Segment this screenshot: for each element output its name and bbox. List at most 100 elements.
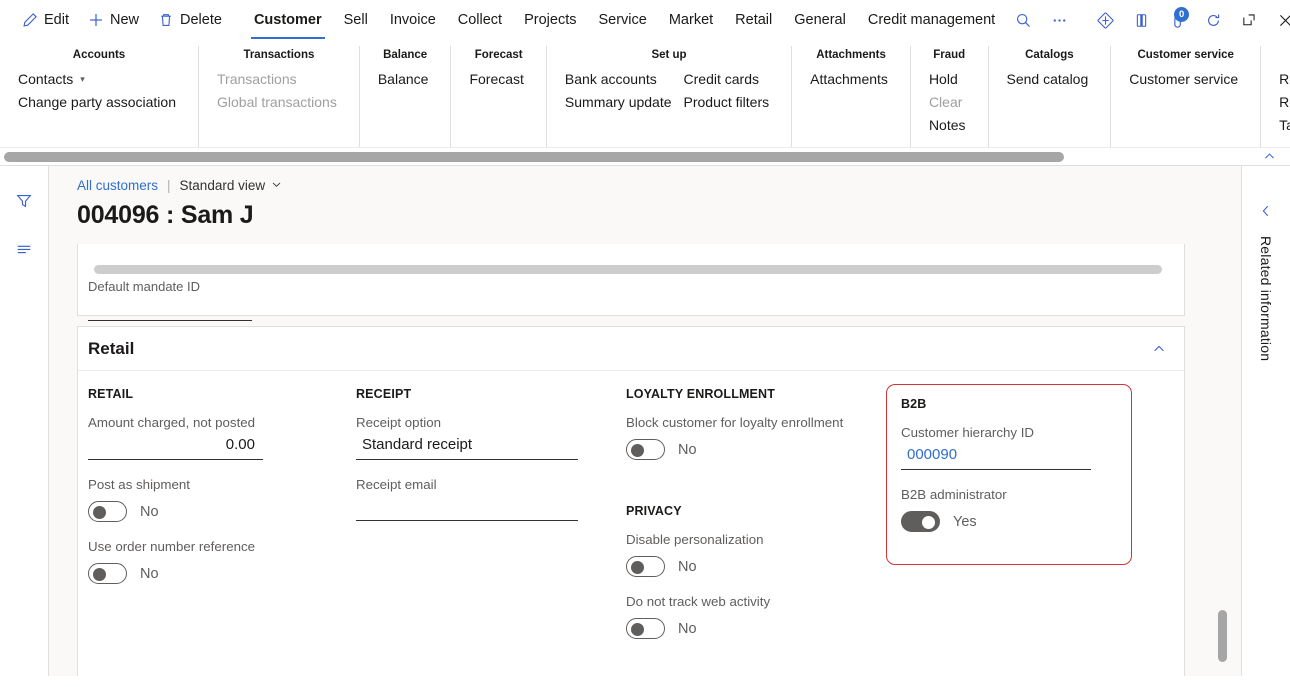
chevron-up-icon[interactable] (1152, 342, 1166, 356)
ribbon-group-catalogs-title: Catalogs (1025, 49, 1074, 61)
receipt-email-input[interactable] (356, 494, 578, 521)
default-mandate-id-input[interactable] (88, 320, 252, 321)
receipt-option-label: Receipt option (356, 415, 442, 430)
ribbon-scrollbar-thumb[interactable] (4, 152, 1064, 162)
receipt-option-input[interactable]: Standard receipt (356, 432, 578, 460)
ribbon-column: Bank accounts Summary update (561, 68, 680, 114)
ribbon-item-send-catalog[interactable]: Send catalog (1003, 68, 1097, 91)
new-button[interactable]: New (78, 3, 148, 37)
plus-icon (87, 12, 104, 29)
search-icon[interactable] (1006, 3, 1040, 37)
retail-fasttab-card: Retail RETAIL Amount charged, not posted… (77, 326, 1185, 676)
customer-hierarchy-id-input[interactable]: 000090 (901, 442, 1091, 470)
ribbon-item-balance[interactable]: Balance (374, 68, 437, 91)
edit-button-label: Edit (44, 12, 69, 28)
block-customer-for-loyalty-enrollment-toggle[interactable] (626, 439, 665, 460)
ribbon-item-label: Hold (928, 71, 958, 87)
open-new-window-icon[interactable] (1232, 3, 1266, 37)
toggle-knob (631, 443, 644, 457)
toggle-knob (922, 515, 935, 529)
tab-projects[interactable]: Projects (513, 1, 587, 39)
group-label-b2b: B2B (901, 397, 927, 411)
list-lines-icon[interactable] (10, 236, 38, 262)
edit-button[interactable]: Edit (12, 3, 78, 37)
expand-panel-chevron-left-icon[interactable] (1259, 204, 1273, 218)
tab-credit-management[interactable]: Credit management (857, 1, 1006, 39)
tab-sell[interactable]: Sell (333, 1, 379, 39)
do-not-track-web-activity-field: Do not track web activity No (626, 593, 884, 639)
command-bar-right-actions: 0 (1006, 3, 1290, 37)
tab-general[interactable]: General (783, 1, 857, 39)
use-order-number-reference-toggle[interactable] (88, 563, 127, 584)
related-information-label[interactable]: Related information (1258, 236, 1274, 361)
column-b2b: B2B Customer hierarchy ID 000090 B2B adm… (884, 384, 1134, 655)
block-customer-for-loyalty-enrollment-value: No (678, 441, 697, 458)
view-selector-label: Standard view (179, 178, 266, 193)
group-label-receipt: RECEIPT (356, 387, 412, 401)
ribbon-item-customer-service[interactable]: Customer service (1125, 68, 1246, 91)
ribbon-item-label: Contacts (18, 71, 74, 87)
ribbon-item-label: Bank accounts (564, 71, 657, 87)
tab-service[interactable]: Service (587, 1, 657, 39)
ribbon-item-bank-accounts[interactable]: Bank accounts (561, 68, 680, 91)
previous-fasttab-card: Default mandate ID (77, 244, 1185, 321)
filter-icon[interactable] (10, 188, 38, 214)
tab-invoice[interactable]: Invoice (379, 1, 447, 39)
form-vertical-scrollbar-thumb[interactable] (1218, 610, 1227, 662)
ribbon-item-change-party-association[interactable]: Change party association (14, 91, 184, 114)
refresh-icon[interactable] (1196, 3, 1230, 37)
tab-collect[interactable]: Collect (447, 1, 513, 39)
ribbon-item-credit-cards[interactable]: Credit cards (680, 68, 778, 91)
breadcrumb-all-customers-link[interactable]: All customers (77, 178, 158, 193)
ribbon-item-notes[interactable]: Notes (925, 114, 974, 137)
ribbon-item-label: Transactions (217, 71, 297, 87)
ribbon-item-summary-update[interactable]: Summary update (561, 91, 680, 114)
ribbon-item-product-filters[interactable]: Product filters (680, 91, 778, 114)
ribbon-item-hold[interactable]: Hold (925, 68, 974, 91)
collapse-ribbon-chevron-up-icon[interactable] (1258, 146, 1280, 166)
book-icon[interactable] (1124, 3, 1158, 37)
ribbon-group-forecast-title: Forecast (474, 49, 523, 61)
ribbon-item-contacts[interactable]: Contacts ▾ (14, 68, 184, 91)
breadcrumb-divider: | (167, 178, 171, 193)
ribbon-item-registration-ids[interactable]: Registration IDs (1275, 68, 1290, 91)
default-mandate-id-field[interactable]: Default mandate ID (88, 279, 252, 321)
close-icon[interactable] (1268, 3, 1290, 37)
tab-customer[interactable]: Customer (243, 1, 333, 39)
disable-personalization-toggle[interactable] (626, 556, 665, 577)
block-customer-for-loyalty-enrollment-label: Block customer for loyalty enrollment (626, 415, 844, 430)
ribbon-column: Transactions Global transactions (213, 68, 345, 114)
ribbon-item-label: Clear (928, 94, 963, 110)
ribbon-item-attachments[interactable]: Attachments (806, 68, 896, 91)
tab-market[interactable]: Market (658, 1, 724, 39)
form-scroll-area[interactable]: Default mandate ID Retail RETAIL Amount … (49, 244, 1241, 676)
ribbon-horizontal-scrollbar[interactable] (4, 152, 1286, 162)
ribbon-scroll-strip (0, 148, 1290, 166)
ribbon-group-customer-service-title: Customer service (1137, 49, 1234, 61)
ribbon-item-registration-id-search[interactable]: Registration ID search (1275, 91, 1290, 114)
diamond-app-icon[interactable] (1088, 3, 1122, 37)
disable-personalization-value: No (678, 558, 697, 575)
post-as-shipment-toggle[interactable] (88, 501, 127, 522)
ribbon-column: Credit cards Product filters (680, 68, 778, 114)
do-not-track-web-activity-toggle[interactable] (626, 618, 665, 639)
ribbon-item-forecast[interactable]: Forecast (465, 68, 531, 91)
amount-charged-not-posted-input[interactable]: 0.00 (88, 432, 263, 460)
ribbon-group-set-up-title: Set up (651, 49, 687, 61)
overflow-ellipsis-icon[interactable] (1042, 3, 1076, 37)
notifications-icon[interactable]: 0 (1160, 3, 1194, 37)
breadcrumb: All customers | Standard view (77, 178, 1241, 193)
retail-section-header[interactable]: Retail (78, 327, 1184, 371)
ribbon-group-catalogs: Catalogs Send catalog (989, 46, 1112, 147)
delete-button[interactable]: Delete (148, 3, 231, 37)
tab-retail[interactable]: Retail (724, 1, 783, 39)
ribbon-item-label: Balance (377, 71, 429, 87)
disable-personalization-field: Disable personalization No (626, 531, 884, 577)
view-selector[interactable]: Standard view (180, 178, 283, 193)
use-order-number-reference-field: Use order number reference No (88, 538, 356, 584)
ribbon-item-tax-exempt-number-search[interactable]: Tax exempt number searc (1275, 114, 1290, 137)
use-order-number-reference-value: No (140, 565, 159, 582)
trash-icon (157, 12, 174, 29)
column-retail: RETAIL Amount charged, not posted 0.00 P… (88, 387, 356, 655)
b2b-administrator-toggle[interactable] (901, 511, 940, 532)
